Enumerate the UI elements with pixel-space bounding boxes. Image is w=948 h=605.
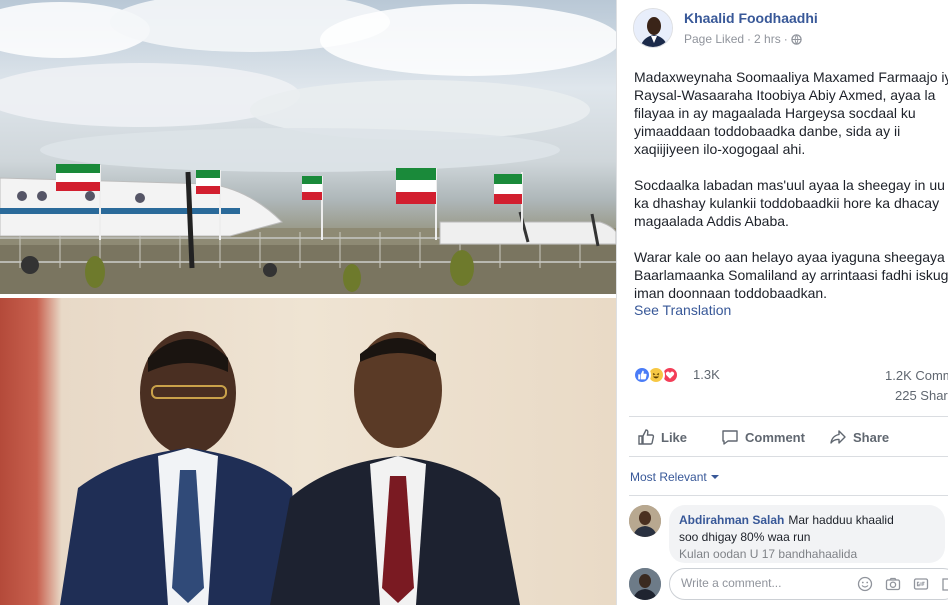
caret-down-icon [710, 475, 719, 479]
like-label: Like [661, 429, 688, 445]
comment-icon [722, 430, 738, 445]
commenter-name[interactable]: Abdirahman Salah [679, 513, 784, 527]
leaders-illustration [60, 331, 520, 605]
post-paragraph: Socdaalka labadan mas'uul ayaa la sheega… [634, 177, 945, 229]
sort-label: Most Relevant [630, 470, 707, 484]
see-translation-link[interactable]: See Translation [634, 302, 731, 318]
photo-two-leaders [0, 298, 616, 605]
author-avatar[interactable] [633, 8, 673, 48]
comment-item: Abdirahman Salah Mar hadduu khaalid soo d… [629, 505, 948, 565]
share-button[interactable]: Share [821, 420, 921, 454]
post-body: Madaxweynaha Soomaaliya Maxamed Farmaajo… [634, 68, 948, 302]
camera-icon[interactable] [884, 575, 902, 593]
sticker-icon[interactable] [940, 575, 948, 593]
divider [629, 416, 948, 417]
meta-separator-2: · [783, 32, 788, 46]
photo-viewer[interactable] [0, 0, 616, 605]
post-paragraph: Warar kale oo aan helayo ayaa iyaguna sh… [634, 249, 948, 301]
commenter-avatar[interactable] [629, 505, 661, 537]
share-arrow-icon [830, 430, 846, 444]
globe-icon[interactable] [791, 33, 802, 45]
airport-illustration [0, 0, 616, 294]
comment-composer [629, 566, 948, 602]
comments-count[interactable]: 1.2K Comments [885, 368, 948, 383]
post-actions: Like Comment Share [629, 420, 948, 454]
divider [629, 495, 948, 496]
like-button[interactable]: Like [629, 420, 713, 454]
post-panel: Khaalid Foodhaadhi Page Liked · 2 hrs · … [616, 0, 948, 605]
comment-bubble: Abdirahman Salah Mar hadduu khaalid soo d… [669, 505, 945, 563]
comment-text-partial: Kulan oodan U 17 bandhahaalida [679, 547, 858, 561]
post-paragraph: Madaxweynaha Soomaaliya Maxamed Farmaajo… [634, 69, 948, 157]
reactions-summary[interactable]: 1.3K 1.2K Comments [633, 366, 948, 386]
reaction-icons[interactable] [633, 366, 679, 384]
comment-label: Comment [745, 429, 805, 445]
post-meta: Page Liked · 2 hrs · [684, 32, 802, 46]
like-icon [633, 366, 651, 384]
comment-input[interactable] [681, 576, 851, 590]
share-label: Share [853, 429, 890, 445]
comment-input-wrap[interactable] [669, 568, 948, 600]
thumbs-up-icon [638, 429, 655, 445]
photo-airport-planes [0, 0, 616, 294]
meta-separator: · [747, 32, 752, 46]
post-header: Khaalid Foodhaadhi Page Liked · 2 hrs · [633, 8, 948, 52]
gif-icon[interactable] [912, 575, 930, 593]
author-name[interactable]: Khaalid Foodhaadhi [684, 10, 818, 26]
reactions-count[interactable]: 1.3K [693, 367, 720, 382]
page-liked-status: Page Liked [684, 32, 745, 46]
divider [629, 456, 948, 457]
composer-icons [856, 575, 948, 593]
emoji-icon[interactable] [856, 575, 874, 593]
current-user-avatar[interactable] [629, 568, 661, 600]
post-time[interactable]: 2 hrs [754, 32, 781, 46]
comment-button[interactable]: Comment [713, 420, 821, 454]
shares-count[interactable]: 225 Shares [895, 388, 948, 403]
comment-sort-dropdown[interactable]: Most Relevant [630, 470, 719, 484]
